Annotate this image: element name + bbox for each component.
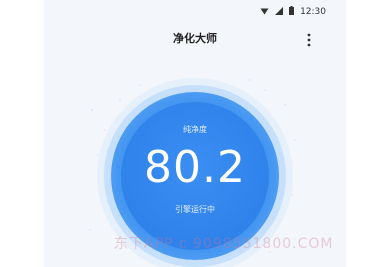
screenshot-frame: 12:30 净化大师 纯净度 80.2 引擎运行中 东下APP c 909855…: [0, 0, 391, 267]
purity-value: 80.2: [144, 142, 246, 193]
status-bar: 12:30: [44, 0, 346, 26]
status-icons: 12:30: [260, 6, 326, 18]
wifi-icon: [260, 7, 269, 18]
engine-status: 引擎运行中: [175, 205, 215, 214]
app-title: 净化大师: [173, 32, 217, 45]
battery-icon: [289, 6, 295, 18]
purity-label: 纯净度: [183, 125, 207, 134]
signal-icon: [275, 6, 284, 18]
phone-screen: 12:30 净化大师 纯净度 80.2 引擎运行中 东下APP c 909855…: [44, 0, 346, 267]
watermark-text: 东下APP c 9098551800.COM: [114, 236, 334, 252]
more-vertical-icon[interactable]: [306, 32, 312, 47]
status-time: 12:30: [300, 7, 326, 17]
